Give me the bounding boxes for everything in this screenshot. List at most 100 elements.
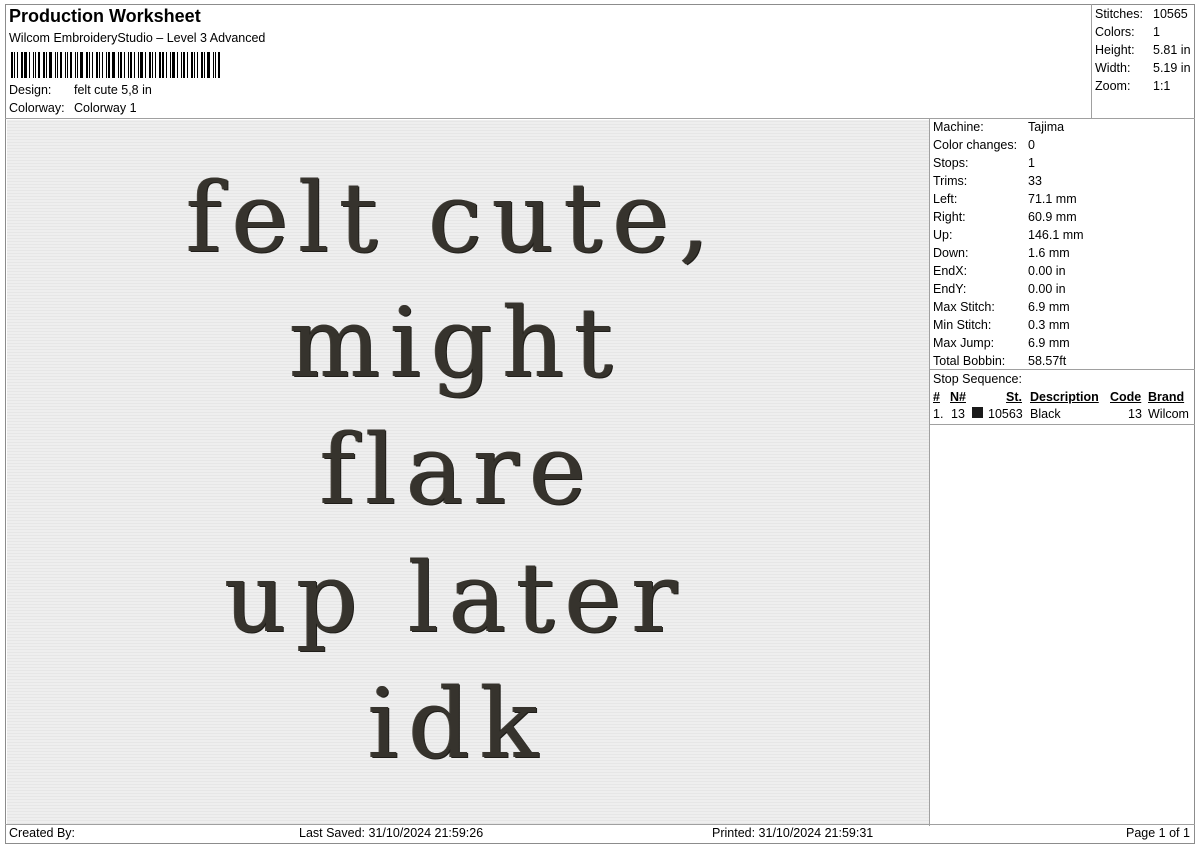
col-needle: N# [950,390,966,404]
panel-divider [929,118,930,826]
barcode-bar [43,52,45,78]
summary-value: 5.19 in [1153,61,1191,75]
summary-value: 1 [1153,25,1160,39]
barcode-bar [194,52,195,78]
worksheet-title: Production Worksheet [9,6,201,26]
header-divider [5,118,1195,119]
printed-date: Printed: 31/10/2024 21:59:31 [712,826,874,840]
barcode-bar [33,52,34,78]
footer-divider [5,824,1195,825]
machine-info-label: Min Stitch: [933,318,992,332]
machine-info-value: 1.6 mm [1028,246,1070,260]
barcode-bar [96,52,98,78]
barcode-bar [55,52,56,78]
barcode-bar [207,52,210,78]
machine-info-label: Left: [933,192,958,206]
barcode-bar [134,52,135,78]
barcode-bar [172,52,175,78]
barcode-bar [128,52,129,78]
barcode-bar [155,52,156,78]
barcode-bar [57,52,58,78]
barcode-bar [152,52,153,78]
barcode-bar [177,52,178,78]
summary-value: 5.81 in [1153,43,1191,57]
machine-info-value: 0 [1028,138,1035,152]
barcode-bar [86,52,88,78]
design-line-3: flare [319,414,597,526]
barcode-bar [112,52,115,78]
col-stitches: St. [1006,390,1022,404]
design-line-1: felt cute, [186,162,720,274]
barcode-bar [162,52,164,78]
barcode-bar [49,52,52,78]
design-preview: felt cute, might flare up later idk [7,120,929,824]
col-brand: Brand [1148,390,1185,404]
design-barcode [11,50,261,78]
summary-value: 10565 [1153,7,1188,21]
machine-info-label: EndX: [933,264,968,278]
barcode-bar [170,52,171,78]
last-saved: Last Saved: 31/10/2024 21:59:26 [299,826,484,840]
barcode-bar [159,52,161,78]
stop-row-stitches: 10563 [988,407,1023,421]
stop-sequence-title: Stop Sequence: [933,372,1022,386]
stop-row-number: 1. [933,407,944,421]
barcode-bar [201,52,203,78]
barcode-bar [11,52,13,78]
barcode-bar [75,52,76,78]
barcode-bar [21,52,23,78]
barcode-bar [70,52,72,78]
barcode-bar [183,52,185,78]
barcode-bar [106,52,107,78]
barcode-bar [35,52,36,78]
machine-info-label: Trims: [933,174,968,188]
barcode-bar [204,52,205,78]
colorway-label: Colorway: [9,101,65,115]
barcode-bar [29,52,30,78]
design-line-4: up later [224,542,688,654]
col-code: Code [1110,390,1142,404]
barcode-bar [92,52,93,78]
barcode-bar [187,52,188,78]
barcode-bar [130,52,132,78]
summary-label: Height: [1095,43,1135,57]
machine-info-value: 0.00 in [1028,264,1066,278]
machine-info-value: 6.9 mm [1028,336,1070,350]
summary-divider [1091,4,1092,119]
barcode-bar [108,52,110,78]
stop-row-needle: 13 [951,407,965,421]
machine-info-divider [929,369,1195,370]
barcode-bar [149,52,151,78]
summary-label: Stitches: [1095,7,1143,21]
machine-info-label: Machine: [933,120,984,134]
stop-row-code: 13 [1128,407,1142,421]
colorway-name: Colorway 1 [74,101,137,115]
barcode-bar [138,52,139,78]
barcode-bar [191,52,193,78]
machine-info-value: 0.3 mm [1028,318,1070,332]
barcode-bar [14,52,15,78]
machine-info-value: 71.1 mm [1028,192,1077,206]
page-number: Page 1 of 1 [1126,826,1190,840]
barcode-bar [17,52,18,78]
summary-label: Colors: [1095,25,1135,39]
design-name: felt cute 5,8 in [74,83,152,97]
stop-row-brand: Wilcom [1148,407,1189,421]
summary-label: Width: [1095,61,1131,75]
machine-info-value: 0.00 in [1028,282,1066,296]
machine-info-label: Max Stitch: [933,300,995,314]
machine-info-value: Tajima [1028,120,1065,134]
barcode-bar [89,52,90,78]
created-by: Created By: [9,826,76,840]
barcode-bar [60,52,62,78]
barcode-bar [99,52,100,78]
machine-info-value: 33 [1028,174,1042,188]
barcode-bar [140,52,143,78]
machine-info-label: Stops: [933,156,969,170]
machine-info-label: Max Jump: [933,336,995,350]
barcode-bar [24,52,27,78]
barcode-bar [120,52,122,78]
machine-info-label: Right: [933,210,966,224]
summary-label: Zoom: [1095,79,1131,93]
stop-sequence-divider [929,424,1195,425]
